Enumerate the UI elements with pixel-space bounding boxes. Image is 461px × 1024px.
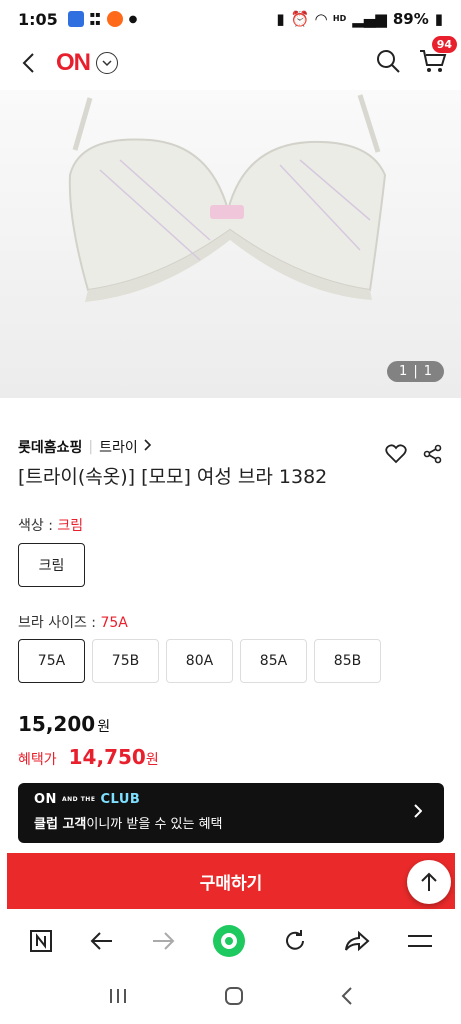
gallery-separator: | [413, 364, 418, 379]
status-time: 1:05 [18, 9, 58, 29]
regular-price-unit: 원 [97, 719, 111, 735]
app-header: ON 94 [0, 36, 461, 88]
home-icon [225, 987, 244, 1005]
browser-share-button[interactable] [344, 930, 370, 956]
share-icon [423, 444, 442, 464]
size-option-75a[interactable]: 75A [18, 639, 85, 683]
benefit-price: 혜택가 14,750원 [18, 745, 159, 769]
notification-icons: ▪▪ ▪▪ ● [67, 10, 138, 27]
back-button[interactable] [14, 49, 42, 77]
chevron-right-icon [144, 439, 152, 455]
club-benefit-text: 클럽 고객이니까 받을 수 있는 혜택 [34, 813, 428, 832]
browser-menu-button[interactable] [407, 933, 433, 953]
record-icon [106, 11, 123, 27]
battery-percent: 89% [392, 10, 429, 28]
club-logo-and-the: AND THE [61, 796, 96, 803]
gallery-pager: 1 | 1 [387, 361, 444, 382]
browser-forward-button[interactable] [151, 931, 175, 955]
wishlist-button[interactable] [385, 444, 407, 468]
regular-price-amount: 15,200 [18, 712, 96, 736]
status-bar: 1:05 ▪▪ ▪▪ ● ▮ ⏰ ◠ HD ▂▄▆ 89% ▮ [0, 0, 461, 38]
club-logo-club: CLUB [100, 792, 141, 807]
chevron-right-icon [414, 803, 423, 822]
color-option-cream[interactable]: 크림 [18, 543, 85, 587]
arrow-up-icon [421, 872, 437, 891]
on-the-club-logo: ON AND THE CLUB [34, 792, 428, 807]
color-selected-value: 크림 [57, 518, 84, 534]
digiloca-icon: ▪▪ ▪▪ [89, 10, 101, 27]
system-navigation-bar [0, 972, 461, 1024]
system-back-icon [341, 987, 352, 1005]
sub-brand-link[interactable]: 트라이 [99, 437, 138, 457]
logo-menu-button[interactable] [96, 52, 118, 74]
club-text-bold: 클럽 고객 [34, 817, 87, 832]
cart-button[interactable]: 94 [419, 36, 457, 78]
naver-n-icon [29, 930, 52, 952]
on-logo[interactable]: ON [56, 49, 91, 77]
product-image [68, 94, 387, 302]
club-benefit-banner[interactable]: ON AND THE CLUB 클럽 고객이니까 받을 수 있는 혜택 [18, 783, 444, 843]
alarm-icon: ⏰ [290, 10, 310, 28]
system-back-button[interactable] [341, 986, 353, 1010]
benefit-label: 혜택가 [18, 752, 57, 768]
hd-voice-icon: HD [332, 14, 347, 23]
app-notification-icon [67, 11, 84, 27]
size-option-75b[interactable]: 75B [92, 639, 159, 683]
arrow-left-icon [90, 932, 112, 950]
benefit-unit: 원 [145, 752, 159, 768]
browser-back-button[interactable] [90, 931, 114, 955]
scroll-top-button[interactable] [407, 860, 451, 904]
product-image-gallery[interactable]: 1 | 1 [0, 90, 461, 398]
browser-toolbar [0, 914, 461, 972]
size-selected-value: 75A [100, 615, 128, 631]
product-title: [트라이(속옷)] [모모] 여성 브라 1382 [18, 466, 328, 488]
home-button[interactable] [224, 986, 244, 1010]
green-dot-button[interactable] [212, 924, 246, 962]
battery-icon: ▮ [434, 10, 443, 28]
refresh-icon [285, 930, 304, 950]
browser-refresh-button[interactable] [283, 929, 307, 957]
share-button[interactable] [423, 444, 443, 468]
browser-home-button[interactable] [29, 929, 53, 957]
more-notifications-icon: ● [128, 13, 138, 25]
brand-divider: | [88, 439, 94, 455]
wifi-icon: ◠ [315, 10, 327, 28]
green-dot-icon [212, 925, 245, 957]
store-name[interactable]: 롯데홈쇼핑 [18, 437, 82, 457]
heart-icon [385, 444, 407, 464]
club-text-rest: 이니까 받을 수 있는 혜택 [86, 817, 223, 832]
gallery-total: 1 [423, 364, 432, 379]
gallery-current: 1 [399, 364, 408, 379]
chevron-down-icon [102, 59, 112, 66]
share-arrow-icon [344, 930, 370, 952]
recent-apps-icon [110, 989, 127, 1003]
color-label-text: 색상 : [18, 518, 58, 534]
club-logo-on: ON [34, 792, 57, 807]
regular-price: 15,200 원 [18, 712, 110, 736]
size-option-85b[interactable]: 85B [314, 639, 381, 683]
hamburger-menu-icon [407, 935, 432, 947]
search-icon [377, 50, 400, 73]
size-option-label: 브라 사이즈 : 75A [18, 612, 128, 632]
recent-apps-button[interactable] [108, 987, 128, 1009]
buy-button[interactable]: 구매하기 [7, 853, 455, 909]
size-option-80a[interactable]: 80A [166, 639, 233, 683]
size-label-text: 브라 사이즈 : [18, 615, 101, 631]
search-button[interactable] [375, 48, 401, 78]
battery-saver-icon: ▮ [276, 10, 285, 28]
signal-icon: ▂▄▆ [352, 10, 387, 28]
cart-count-badge: 94 [431, 36, 457, 53]
color-option-label: 색상 : 크림 [18, 515, 83, 535]
chevron-left-icon [22, 53, 34, 73]
arrow-right-icon [152, 932, 174, 950]
size-option-85a[interactable]: 85A [240, 639, 307, 683]
benefit-amount: 14,750 [68, 745, 146, 769]
